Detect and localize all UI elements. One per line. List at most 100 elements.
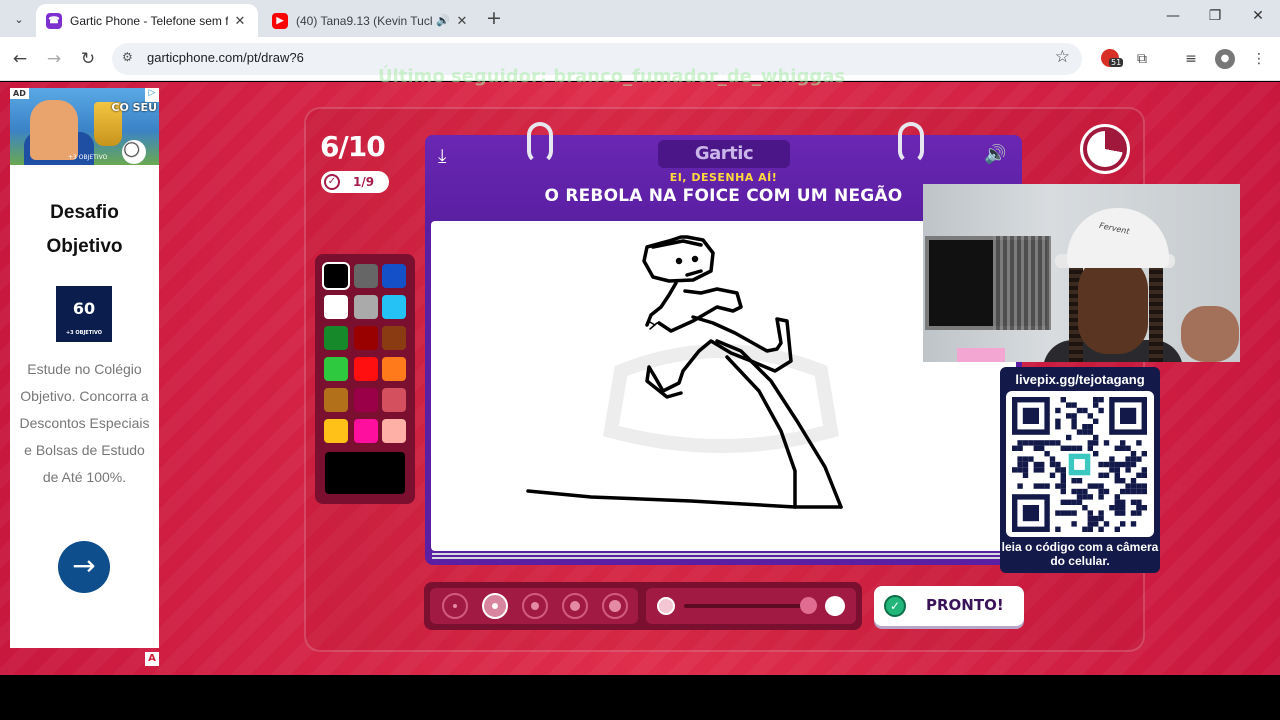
brush-size-option[interactable] [482,593,508,619]
qr-module [1082,407,1088,414]
qr-module [1125,467,1131,473]
qr-module [1017,461,1023,468]
color-swatch[interactable] [354,419,378,443]
qr-module [1022,467,1029,473]
qr-module [1082,429,1088,435]
speaker-icon[interactable]: 🔊 [436,14,450,27]
tab-gartic-phone[interactable]: ☎ Gartic Phone - Telefone sem fio ✕ [36,4,258,37]
download-icon[interactable]: ⤓ [438,145,446,167]
color-swatch[interactable] [382,357,406,381]
brush-dot-icon [531,602,539,610]
profile-avatar[interactable]: ● [1215,49,1235,69]
brush-dot-icon [492,603,498,609]
color-swatch[interactable] [324,419,348,443]
bookmark-star-icon[interactable]: ☆ [1055,47,1070,67]
qr-module [1071,418,1077,424]
brush-size-option[interactable] [602,593,628,619]
color-swatch[interactable] [354,388,378,412]
restore-icon[interactable]: ❐ [1205,8,1225,24]
color-swatch[interactable] [382,295,406,319]
qr-module [1017,483,1023,489]
qr-module [1141,488,1147,495]
color-swatch[interactable] [354,295,378,319]
qr-module [1098,526,1104,532]
qr-module [1120,440,1126,446]
close-tab-icon[interactable]: ✕ [454,13,470,29]
color-swatch[interactable] [324,357,348,381]
adchoices-icon[interactable]: ▷ [145,88,159,102]
color-swatch[interactable] [382,419,406,443]
back-icon[interactable]: ← [9,48,31,70]
qr-module [1033,445,1039,451]
reload-icon[interactable]: ↻ [77,48,99,70]
webcam-pink-object [957,348,1005,362]
color-swatch[interactable] [324,295,348,319]
menu-kebab-icon[interactable]: ⋮ [1249,49,1269,69]
opacity-slider-track[interactable] [684,604,810,608]
qr-module [1103,488,1110,495]
tab-youtube[interactable]: ▶ (40) Tana9.13 (Kevin Tucker) 🔊 ✕ [262,4,480,37]
url-text: garticphone.com/pt/draw?6 [147,50,304,65]
qr-module [1130,456,1137,462]
qr-module [1087,483,1093,489]
qr-module [1093,515,1099,522]
color-swatch[interactable] [382,388,406,412]
media-control-icon[interactable]: ≡ [1181,49,1201,69]
ad-banner-image[interactable]: AD ▷ CO SEU +3 OBJETIVO [10,88,159,165]
color-swatch[interactable] [354,326,378,350]
color-swatch[interactable] [322,262,350,290]
color-swatch[interactable] [354,264,378,288]
qr-module [1130,478,1137,484]
brush-size-option[interactable] [442,593,468,619]
brush-size-option[interactable] [522,593,548,619]
round-counter: 6/10 [320,130,386,163]
qr-module [1098,397,1104,403]
qr-module [1071,424,1077,430]
advertisement[interactable]: AD ▷ CO SEU +3 OBJETIVO Desafio Objetivo… [10,88,159,648]
color-swatch[interactable] [324,388,348,412]
forward-icon[interactable]: → [43,48,65,70]
webcam-hand [1181,306,1239,362]
qr-module [1060,510,1066,516]
qr-module [1114,499,1120,505]
volume-icon[interactable]: 🔊 [984,144,1006,165]
qr-module [1082,488,1088,495]
qr-module [1141,451,1147,457]
qr-module [1109,456,1115,462]
new-tab-button[interactable]: + [486,8,502,28]
ad-player-figure [30,100,78,160]
extension-badge-icon[interactable]: 51 [1101,49,1124,67]
qr-module [1082,505,1088,511]
qr-module [1076,407,1083,414]
ad-corner-badge[interactable]: A [145,652,159,666]
extensions-puzzle-icon[interactable]: ⧉ [1132,49,1152,69]
color-swatch[interactable] [354,357,378,381]
ad-arrow-button[interactable]: → [58,541,110,593]
ready-button[interactable]: ✓ PRONTO! [874,586,1024,626]
tab-title: Gartic Phone - Telefone sem fio [70,13,228,28]
paper-edge [432,553,1012,555]
qr-module [1120,510,1126,516]
color-swatch[interactable] [324,326,348,350]
site-info-icon[interactable]: ⚙ [122,50,133,64]
qr-module [1114,478,1120,484]
color-swatch[interactable] [382,326,406,350]
qr-module [1060,397,1066,403]
ad-title[interactable]: Desafio Objetivo [10,196,159,264]
minimize-icon[interactable]: — [1163,8,1183,24]
brush-size-option[interactable] [562,593,588,619]
ad-logo[interactable]: 60 +3 OBJETIVO [56,286,112,342]
brush-dot-icon [609,600,621,612]
close-tab-icon[interactable]: ✕ [232,13,248,29]
qr-module [1060,483,1066,489]
qr-module [1033,461,1039,468]
close-window-icon[interactable]: ✕ [1248,8,1268,24]
color-swatch[interactable] [382,264,406,288]
opacity-slider-handle[interactable] [800,597,817,614]
qr-center-logo-inner [1074,459,1085,470]
qr-module [1017,445,1023,451]
tab-search-icon[interactable]: ⌄ [8,8,30,30]
qr-url: livepix.gg/tejotagang [1015,372,1145,387]
qr-module [1049,472,1056,478]
qr-module [1082,424,1088,430]
